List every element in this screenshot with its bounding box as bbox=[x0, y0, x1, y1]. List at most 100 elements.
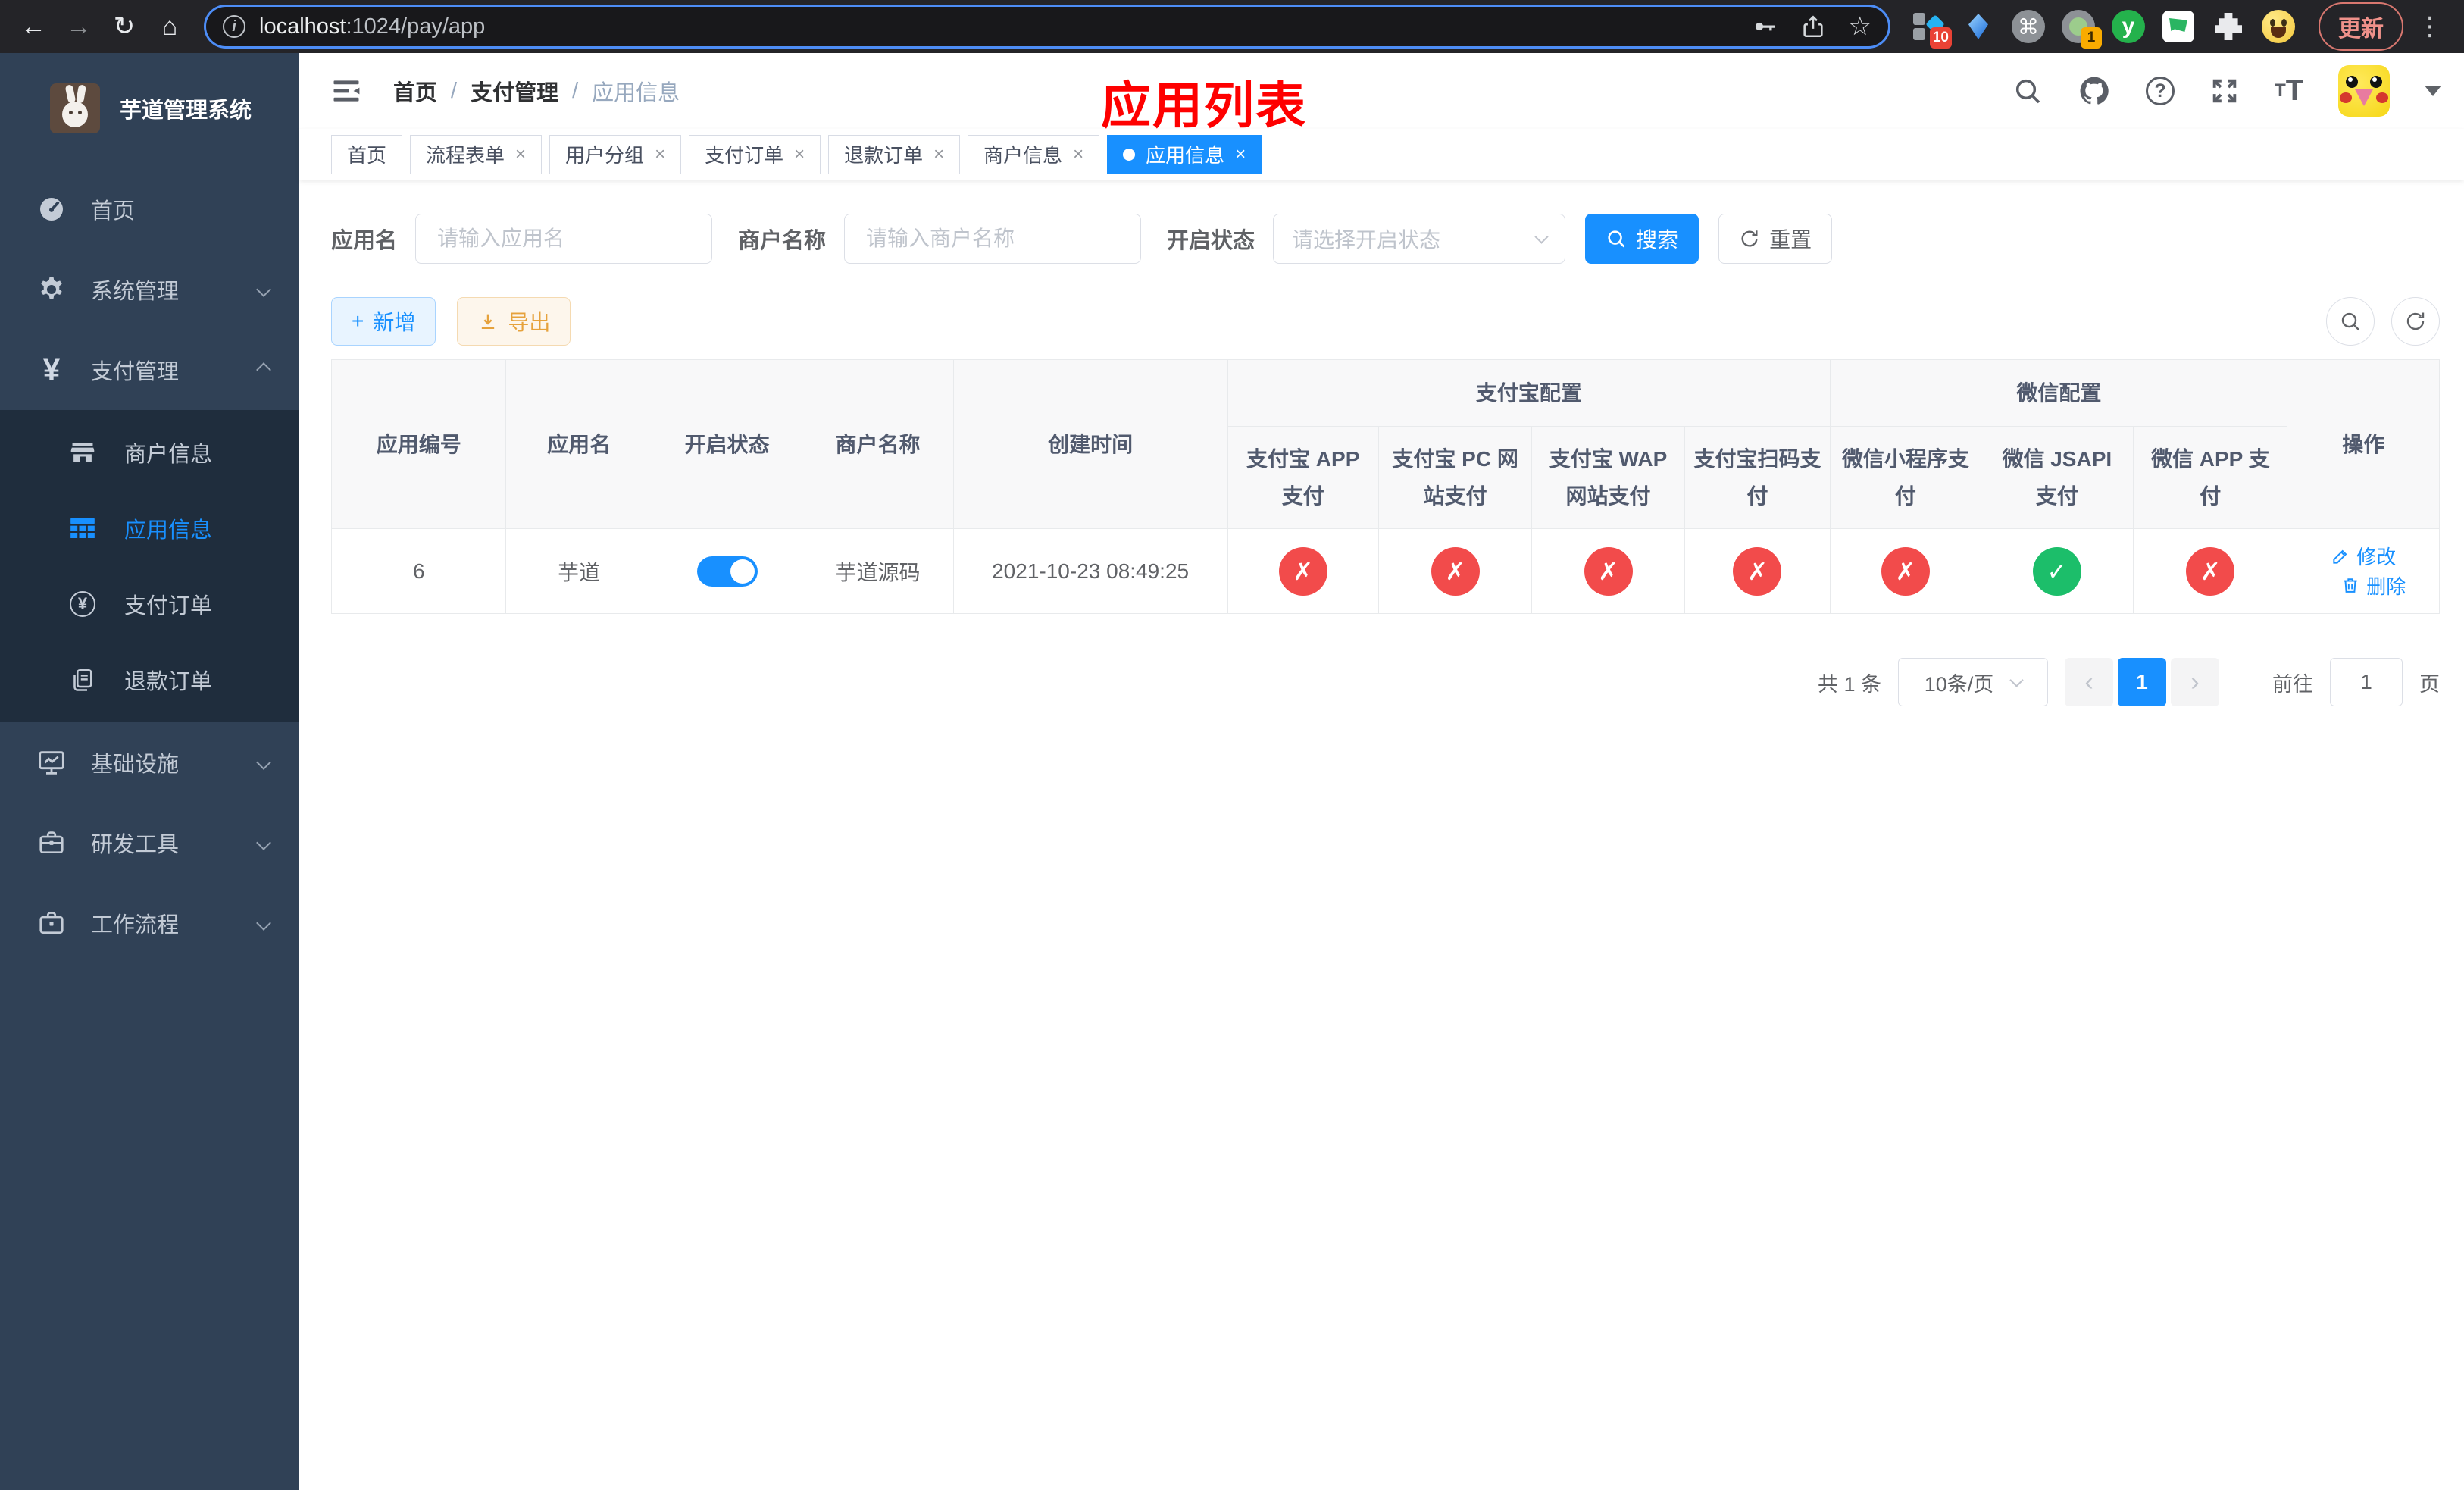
col-app-name: 应用名 bbox=[505, 359, 652, 529]
address-bar[interactable]: i localhost:1024/pay/app ☆ bbox=[206, 7, 1888, 46]
extension-command-icon[interactable]: ⌘ bbox=[2011, 9, 2046, 44]
cell-wechat-jsapi: ✓ bbox=[1980, 528, 2134, 614]
sidebar-item-workflow[interactable]: 工作流程 bbox=[0, 883, 299, 963]
refresh-button[interactable] bbox=[2391, 297, 2440, 346]
extension-blocks-icon[interactable]: 10 bbox=[1911, 9, 1952, 49]
sidebar-item-infrastructure[interactable]: 基础设施 bbox=[0, 722, 299, 803]
merchant-name-input[interactable] bbox=[844, 214, 1142, 264]
breadcrumb-current: 应用信息 bbox=[592, 81, 680, 105]
col-app-id: 应用编号 bbox=[330, 359, 507, 529]
url-text[interactable]: localhost:1024/pay/app bbox=[259, 14, 1750, 39]
user-avatar[interactable] bbox=[2338, 65, 2390, 117]
tags-view-bar: 首页 流程表单 × 用户分组 × 支付订单 × 退款订单 × 商户信息 × 应用信息 × bbox=[299, 129, 2464, 180]
page-size-select[interactable]: 10条/页 bbox=[1898, 658, 2048, 706]
group-wechat-config: 微信配置 bbox=[1830, 359, 2288, 427]
share-icon[interactable] bbox=[1800, 14, 1826, 39]
cell-app-name: 芋道 bbox=[505, 528, 652, 614]
sidebar-logo[interactable]: 芋道管理系统 bbox=[0, 53, 299, 163]
sidebar-item-payment[interactable]: ¥ 支付管理 bbox=[0, 330, 299, 410]
extension-y-icon[interactable]: y bbox=[2111, 9, 2146, 44]
tab-app-info[interactable]: 应用信息 × bbox=[1107, 134, 1262, 174]
browser-home-button[interactable]: ⌂ bbox=[150, 7, 189, 46]
sidebar-collapse-icon[interactable] bbox=[330, 74, 363, 108]
sidebar-item-app-info[interactable]: 应用信息 bbox=[0, 490, 299, 566]
apps-table: 应用编号 应用名 开启状态 商户名称 创建时间 支付宝配置 微信配置 操作 支付… bbox=[330, 359, 2440, 614]
sidebar-item-merchant-info[interactable]: 商户信息 bbox=[0, 415, 299, 490]
close-icon[interactable]: × bbox=[1073, 144, 1083, 165]
sidebar-item-dev-tools[interactable]: 研发工具 bbox=[0, 803, 299, 883]
edit-link[interactable]: 修改 bbox=[2331, 542, 2396, 570]
navbar-actions: ? TT bbox=[2012, 65, 2441, 117]
breadcrumb-home[interactable]: 首页 bbox=[393, 75, 437, 107]
next-page-button[interactable]: › bbox=[2171, 658, 2219, 706]
export-button[interactable]: 导出 bbox=[457, 297, 571, 346]
bookmark-star-icon[interactable]: ☆ bbox=[1849, 11, 1871, 42]
goto-suffix: 页 bbox=[2419, 672, 2440, 696]
search-icon[interactable] bbox=[2012, 76, 2043, 106]
sidebar-item-pay-orders[interactable]: ¥ 支付订单 bbox=[0, 566, 299, 642]
close-icon[interactable]: × bbox=[655, 144, 665, 165]
github-icon[interactable] bbox=[2078, 74, 2111, 108]
close-icon[interactable]: × bbox=[933, 144, 944, 165]
cell-alipay-pc: ✗ bbox=[1377, 528, 1533, 614]
chevron-down-icon bbox=[1534, 229, 1549, 244]
browser-update-button[interactable]: 更新 bbox=[2319, 2, 2403, 51]
cell-alipay-qr: ✗ bbox=[1684, 528, 1831, 614]
avatar-dropdown-caret[interactable] bbox=[2425, 86, 2441, 96]
extension-camera-icon[interactable]: 1 bbox=[2061, 9, 2102, 49]
extension-chat-icon[interactable] bbox=[2161, 9, 2196, 44]
help-icon[interactable]: ? bbox=[2146, 77, 2175, 105]
status-toggle[interactable] bbox=[696, 556, 758, 587]
cell-wechat-mini: ✗ bbox=[1830, 528, 1981, 614]
col-wechat-app: 微信 APP 支付 bbox=[2133, 426, 2288, 529]
close-icon[interactable]: × bbox=[1235, 144, 1246, 165]
breadcrumb: 首页 / 支付管理 / 应用信息 bbox=[393, 75, 680, 107]
tab-process-form[interactable]: 流程表单 × bbox=[410, 134, 543, 174]
search-button[interactable]: 搜索 bbox=[1585, 214, 1699, 264]
breadcrumb-payment[interactable]: 支付管理 bbox=[471, 75, 558, 107]
extension-puzzle-icon[interactable] bbox=[2211, 9, 2246, 44]
extension-emoji-icon[interactable] bbox=[2261, 9, 2296, 44]
app-name-input[interactable] bbox=[415, 214, 713, 264]
tab-home[interactable]: 首页 bbox=[331, 134, 403, 174]
top-navbar: 首页 / 支付管理 / 应用信息 应用列表 ? T T bbox=[299, 53, 2464, 133]
toolbox-icon bbox=[35, 828, 68, 857]
status-select[interactable]: 请选择开启状态 bbox=[1273, 214, 1566, 264]
browser-reload-button[interactable]: ↻ bbox=[105, 7, 144, 46]
fullscreen-icon[interactable] bbox=[2209, 76, 2240, 106]
col-status: 开启状态 bbox=[651, 359, 803, 529]
dashboard-icon bbox=[35, 194, 68, 224]
hide-search-button[interactable] bbox=[2326, 297, 2375, 346]
browser-back-button[interactable]: ← bbox=[14, 7, 53, 46]
page-1-button[interactable]: 1 bbox=[2118, 658, 2166, 706]
tab-pay-orders[interactable]: 支付订单 × bbox=[689, 134, 821, 174]
col-created: 创建时间 bbox=[952, 359, 1228, 529]
extension-kite-icon[interactable] bbox=[1961, 9, 1996, 44]
prev-page-button[interactable]: ‹ bbox=[2065, 658, 2113, 706]
add-button[interactable]: + 新增 bbox=[331, 297, 436, 346]
search-form: 应用名 商户名称 开启状态 请选择开启状态 搜索 重置 bbox=[331, 214, 2440, 264]
browser-chrome: ← → ↻ ⌂ i localhost:1024/pay/app ☆ 10 ⌘ … bbox=[0, 0, 2464, 53]
chevron-down-icon bbox=[256, 282, 271, 297]
tab-merchant-info[interactable]: 商户信息 × bbox=[968, 134, 1100, 174]
close-icon[interactable]: × bbox=[794, 144, 805, 165]
sidebar-item-system[interactable]: 系统管理 bbox=[0, 249, 299, 330]
col-merchant: 商户名称 bbox=[802, 359, 954, 529]
page-content: 应用名 商户名称 开启状态 请选择开启状态 搜索 重置 bbox=[299, 180, 2464, 1490]
chevron-down-icon bbox=[256, 755, 271, 770]
browser-forward-button[interactable]: → bbox=[59, 7, 98, 46]
goto-page-input[interactable] bbox=[2330, 658, 2403, 706]
tab-user-group[interactable]: 用户分组 × bbox=[549, 134, 682, 174]
sidebar-item-home[interactable]: 首页 bbox=[0, 169, 299, 249]
close-icon[interactable]: × bbox=[515, 144, 526, 165]
merchant-name-label: 商户名称 bbox=[738, 229, 827, 253]
site-info-icon[interactable]: i bbox=[223, 15, 245, 38]
browser-menu-icon[interactable]: ⋮ bbox=[2409, 11, 2450, 42]
font-size-icon[interactable]: TT bbox=[2275, 77, 2303, 105]
tab-refund-orders[interactable]: 退款订单 × bbox=[828, 134, 961, 174]
reset-button[interactable]: 重置 bbox=[1718, 214, 1833, 264]
sidebar-item-refund-orders[interactable]: 退款订单 bbox=[0, 642, 299, 718]
delete-link[interactable]: 删除 bbox=[2340, 571, 2406, 599]
password-key-icon[interactable] bbox=[1750, 13, 1778, 40]
status-x-icon: ✗ bbox=[1431, 546, 1480, 596]
